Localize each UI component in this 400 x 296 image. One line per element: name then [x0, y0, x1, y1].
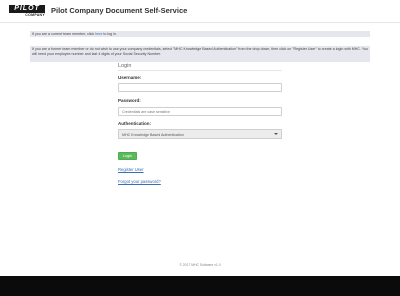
notice-suffix: to log in. [102, 32, 117, 36]
current-member-notice: If you are a current team member, click … [30, 31, 370, 37]
bottom-bar [0, 276, 400, 296]
authentication-selected-value: MHC Knowledge Based Authentication [122, 132, 184, 137]
username-label: Username: [118, 75, 142, 80]
notice-prefix: If you are a current team member, click [32, 32, 96, 36]
footer-copyright: © 2017 MHC Software v1.0 [179, 263, 221, 267]
app-header: PILOT COMPANY Pilot Company Document Sel… [0, 0, 400, 23]
logo-subtext: COMPANY [25, 13, 45, 17]
logo-text: PILOT [9, 5, 45, 13]
login-heading: Login [118, 63, 132, 69]
chevron-down-icon [274, 133, 278, 135]
page-title: Pilot Company Document Self-Service [51, 6, 188, 15]
authentication-select[interactable]: MHC Knowledge Based Authentication [118, 129, 282, 139]
authentication-label: Authentication: [118, 121, 151, 126]
former-member-notice: If you are a former team member or do no… [30, 46, 370, 62]
username-input[interactable] [118, 83, 282, 92]
login-button[interactable]: Login [118, 152, 137, 160]
password-label: Password: [118, 98, 141, 103]
forgot-password-link[interactable]: Forgot your password? [118, 179, 161, 184]
register-user-link[interactable]: Register User [118, 167, 144, 172]
login-divider [118, 70, 282, 71]
password-input[interactable] [118, 107, 282, 116]
pilot-logo: PILOT COMPANY [9, 5, 45, 19]
